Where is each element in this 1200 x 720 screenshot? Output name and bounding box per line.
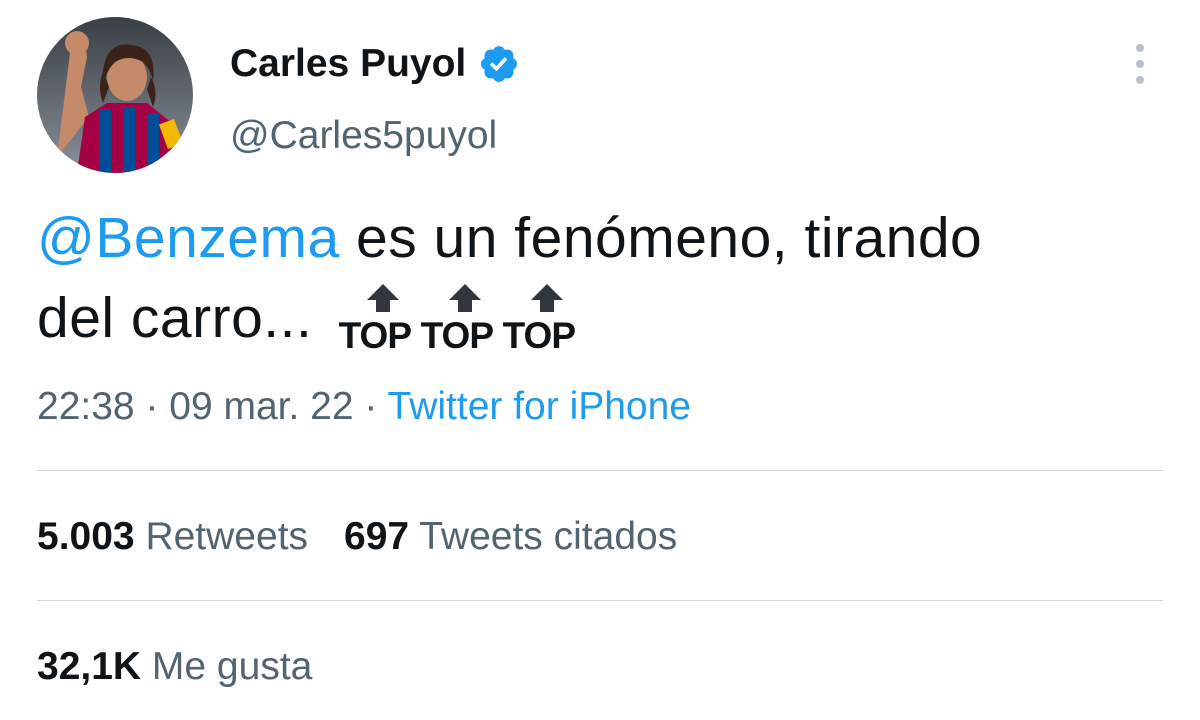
top-arrow-emoji: TOP [420,283,503,356]
tweet-meta: 22:38 · 09 mar. 22 · Twitter for iPhone [37,385,691,429]
top-arrow-icon [366,283,399,312]
user-handle[interactable]: @Carles5puyol [230,114,497,158]
top-arrow-icon [448,283,481,312]
meta-separator: · [134,385,170,428]
top-emoji-label: TOP [338,314,412,356]
engagement-stats: 5.003 Retweets 697 Tweets citados [37,515,713,559]
top-arrow-emoji: TOP [338,283,421,356]
quote-tweets-label: Tweets citados [419,515,678,558]
tweet-source-link[interactable]: Twitter for iPhone [388,385,691,428]
divider [37,470,1163,471]
tweet-date[interactable]: 09 mar. 22 [169,385,353,428]
top-arrow-icon [530,283,563,312]
likes-stats: 32,1K Me gusta [37,645,348,689]
likes-count: 32,1K [37,645,142,688]
likes-stat[interactable]: 32,1K Me gusta [37,645,312,689]
mention-link[interactable]: @Benzema [37,206,340,270]
tweet-line-2: del carro... TOP TOP TOP [37,278,1157,362]
tweet-time[interactable]: 22:38 [37,385,135,428]
meta-separator: · [353,385,388,428]
retweets-count: 5.003 [37,515,135,558]
tweet-text-part-1: es un fenómeno, tirando [339,206,983,270]
tweet-line-1: @Benzema es un fenómeno, tirando [37,198,1157,278]
top-arrow-emoji: TOP [502,283,585,356]
tweet-text: @Benzema es un fenómeno, tirando del car… [37,198,1157,362]
avatar[interactable] [37,17,193,173]
quote-tweets-stat[interactable]: 697 Tweets citados [344,515,677,559]
retweets-label: Retweets [145,515,309,558]
tweet-text-part-2: del carro... [37,286,329,350]
likes-label: Me gusta [151,645,313,688]
divider [37,600,1163,601]
top-emoji-group: TOP TOP TOP [339,276,585,356]
more-dot [1136,60,1144,68]
display-name-text: Carles Puyol [230,42,467,85]
top-emoji-label: TOP [420,314,494,356]
display-name[interactable]: Carles Puyol [230,42,520,86]
more-dot [1136,76,1144,84]
quote-tweets-count: 697 [344,515,410,558]
retweets-stat[interactable]: 5.003 Retweets [37,515,308,559]
top-emoji-label: TOP [502,314,576,356]
avatar-image [37,17,193,173]
more-options-icon[interactable] [1130,44,1150,84]
more-dot [1136,44,1144,52]
verified-badge-icon [481,46,518,82]
